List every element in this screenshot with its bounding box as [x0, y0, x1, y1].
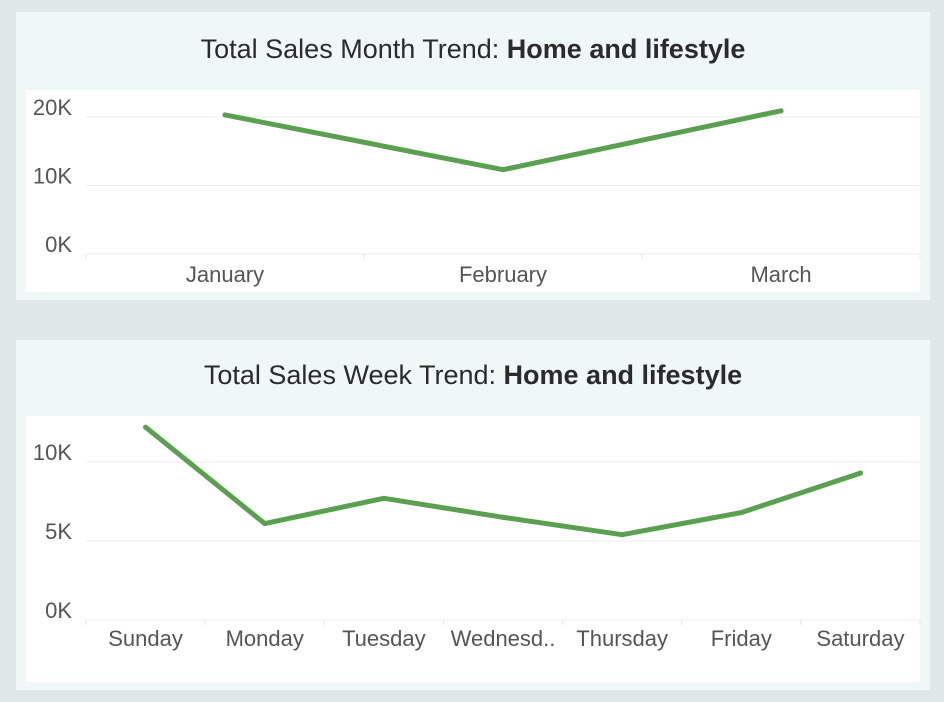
week-trend-title-prefix: Total Sales Week Trend:	[203, 360, 504, 390]
week-trend-chart: 0K 5K 10K Sunday Monday Tuesday Wednesd.. Thurs…	[33, 424, 921, 651]
week-trend-plot-area: 0K 5K 10K Sunday Monday Tuesday Wednesd.. Thurs…	[26, 416, 921, 682]
week-data-point	[381, 495, 387, 501]
month-x-label: January	[186, 262, 264, 287]
month-x-label: February	[459, 262, 547, 287]
week-data-point	[619, 532, 625, 538]
month-trend-title-category: Home and lifestyle	[506, 34, 746, 64]
month-y-tick-label: 0K	[45, 232, 72, 257]
month-data-point	[778, 108, 784, 114]
week-trend-title: Total Sales Week Trend: Home and lifesty…	[16, 360, 930, 391]
month-series-line	[222, 108, 784, 173]
month-y-tick-label: 20K	[33, 95, 72, 120]
week-data-point	[143, 424, 149, 430]
week-x-label: Sunday	[108, 626, 183, 651]
month-y-tick-label: 10K	[33, 164, 72, 189]
week-x-label: Friday	[711, 626, 772, 651]
week-x-label: Monday	[226, 626, 304, 651]
week-data-point	[738, 510, 744, 516]
week-x-label: Saturday	[816, 626, 904, 651]
week-data-point	[500, 514, 506, 520]
week-data-point	[262, 521, 268, 527]
month-x-label: March	[750, 262, 811, 287]
week-trend-card: Total Sales Week Trend: Home and lifesty…	[16, 340, 930, 690]
month-data-point	[222, 112, 228, 118]
month-trend-chart: 0K 10K 20K January February March	[33, 95, 921, 287]
month-trend-title: Total Sales Month Trend: Home and lifest…	[16, 34, 930, 65]
month-data-point	[500, 167, 506, 173]
week-x-label: Wednesd..	[451, 626, 556, 651]
month-trend-title-prefix: Total Sales Month Trend:	[200, 34, 507, 64]
week-y-tick-label: 0K	[45, 598, 72, 623]
month-trend-plot-area: 0K 10K 20K January February March	[26, 90, 921, 292]
month-trend-card: Total Sales Month Trend: Home and lifest…	[16, 12, 930, 300]
week-y-tick-label: 10K	[33, 440, 72, 465]
week-trend-title-category: Home and lifestyle	[503, 360, 743, 390]
week-x-label: Thursday	[576, 626, 668, 651]
week-data-point	[857, 470, 863, 476]
week-y-tick-label: 5K	[45, 519, 72, 544]
week-x-label: Tuesday	[342, 626, 426, 651]
